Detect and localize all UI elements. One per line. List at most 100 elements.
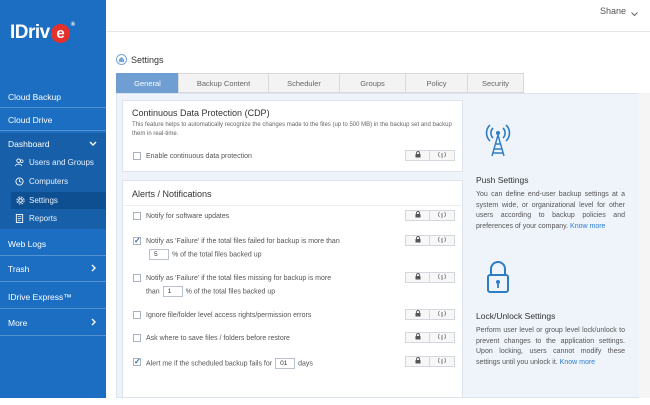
dashboard-group: Dashboard Users and Groups Computers Set…	[0, 133, 106, 229]
lock-icon	[415, 310, 421, 319]
cdp-enable-checkbox[interactable]	[133, 152, 141, 160]
home-icon[interactable]	[116, 54, 127, 65]
cdp-panel: Continuous Data Protection (CDP) This fe…	[122, 100, 463, 172]
sidebar-item-cloud-backup[interactable]: Cloud Backup	[0, 88, 106, 105]
sidebar-subitem-label: Reports	[29, 214, 58, 223]
push-icon	[437, 333, 447, 342]
sidebar-divider	[0, 107, 106, 108]
push-icon	[437, 211, 447, 220]
tab-policy[interactable]: Policy	[405, 73, 467, 93]
option-checkbox[interactable]	[133, 334, 141, 342]
sidebar-divider	[0, 281, 106, 282]
sidebar-divider	[0, 255, 106, 256]
option-label: Notify as 'Failure' if the total files m…	[146, 275, 332, 282]
option-checkbox[interactable]	[133, 274, 141, 282]
sidebar-item-cloud-drive[interactable]: Cloud Drive	[0, 111, 106, 128]
lock-push-controls	[405, 150, 455, 161]
push-icon	[437, 310, 447, 319]
lock-settings-text: Perform user level or group level lock/u…	[476, 326, 625, 368]
tab-backup-content[interactable]: Backup Content	[178, 73, 268, 93]
sidebar-item-trash[interactable]: Trash	[0, 260, 106, 277]
failure-percent-input[interactable]: 5	[149, 249, 169, 260]
lock-icon	[415, 151, 421, 160]
option-label: Notify as 'Failure' if the total files f…	[146, 238, 340, 245]
user-menu[interactable]: Shane	[600, 6, 638, 16]
option-label: Alert me if the scheduled backup fails f…	[146, 358, 313, 369]
lock-push-controls	[405, 356, 455, 367]
lock-button[interactable]	[405, 235, 430, 246]
option-label: Ask where to save files / folders before…	[146, 335, 290, 342]
lock-push-controls	[405, 235, 455, 246]
push-icon	[437, 236, 447, 245]
logo-reg: ®	[70, 22, 75, 28]
sidebar-subitem-label: Computers	[29, 177, 69, 186]
lock-icon	[415, 333, 421, 342]
push-button[interactable]	[430, 272, 455, 283]
sidebar-item-web-logs[interactable]: Web Logs	[0, 235, 106, 252]
sidebar-subitem-computers[interactable]: Computers	[0, 173, 106, 190]
sidebar-item-label: Cloud Drive	[8, 114, 53, 125]
page-title: Settings	[131, 54, 164, 65]
computer-icon	[15, 177, 24, 186]
push-know-more-link[interactable]: Know more	[570, 223, 605, 230]
option-checkbox[interactable]	[133, 236, 141, 245]
gear-icon	[16, 196, 25, 205]
chevron-down-icon	[631, 9, 638, 16]
threshold-line: 5% of the total files backed up	[146, 249, 262, 260]
option-label-text: Alert me if the scheduled backup fails f…	[146, 360, 273, 368]
logo-text: IDriv	[10, 22, 50, 43]
push-button[interactable]	[430, 150, 455, 161]
push-button[interactable]	[430, 309, 455, 320]
lock-button[interactable]	[405, 309, 430, 320]
push-tower-icon	[482, 122, 514, 158]
lock-button[interactable]	[405, 332, 430, 343]
missing-percent-input[interactable]: 1	[162, 286, 183, 297]
sidebar-subitem-label: Users and Groups	[29, 158, 94, 167]
lock-icon	[415, 211, 421, 220]
tab-security[interactable]: Security	[467, 73, 524, 93]
idrive-logo[interactable]: IDriv e ®	[10, 20, 75, 46]
page-scrollbar[interactable]	[639, 93, 650, 405]
push-button[interactable]	[430, 356, 455, 367]
info-pane: Push Settings You can define end-user ba…	[472, 94, 639, 397]
push-button[interactable]	[430, 210, 455, 221]
lock-button[interactable]	[405, 356, 430, 367]
tab-general[interactable]: General	[116, 73, 178, 93]
threshold-prefix: than	[146, 288, 160, 296]
lock-know-more-link[interactable]: Know more	[560, 359, 595, 366]
sidebar-subitem-reports[interactable]: Reports	[0, 210, 106, 227]
sidebar-item-dashboard[interactable]: Dashboard	[0, 135, 106, 152]
sidebar-divider	[0, 335, 106, 336]
sidebar-subitem-settings[interactable]: Settings	[11, 192, 106, 209]
lock-icon	[482, 259, 514, 295]
user-name: Shane	[599, 6, 626, 16]
push-settings-text: You can define end-user backup settings …	[476, 190, 625, 232]
breadcrumb: Settings	[116, 54, 164, 65]
tab-scheduler[interactable]: Scheduler	[268, 73, 339, 93]
sidebar-item-idrive-express[interactable]: IDrive Express™	[0, 288, 106, 305]
days-suffix: days	[298, 360, 313, 368]
sidebar-subitem-label: Settings	[29, 196, 58, 205]
cdp-description: This feature helps to automatically reco…	[132, 122, 452, 137]
option-checkbox[interactable]	[133, 357, 141, 366]
push-button[interactable]	[430, 235, 455, 246]
tab-groups[interactable]: Groups	[339, 73, 405, 93]
option-checkbox[interactable]	[133, 311, 141, 319]
lock-button[interactable]	[405, 272, 430, 283]
push-icon	[437, 357, 447, 366]
lock-push-controls	[405, 272, 455, 283]
sidebar-subitem-users-and-groups[interactable]: Users and Groups	[0, 154, 106, 171]
lock-button[interactable]	[405, 210, 430, 221]
lock-button[interactable]	[405, 150, 430, 161]
top-bar: Shane	[106, 0, 650, 32]
days-input[interactable]: 01	[275, 358, 296, 369]
lock-icon	[415, 236, 421, 245]
report-icon	[15, 214, 24, 223]
option-checkbox[interactable]	[133, 212, 141, 220]
lock-push-controls	[405, 332, 455, 343]
push-button[interactable]	[430, 332, 455, 343]
sidebar-item-more[interactable]: More	[0, 314, 106, 331]
sidebar-item-label: Dashboard	[8, 138, 50, 149]
sidebar: IDriv e ® Cloud Backup Cloud Drive Dashboa…	[0, 0, 106, 405]
chevron-down-icon	[89, 139, 97, 149]
